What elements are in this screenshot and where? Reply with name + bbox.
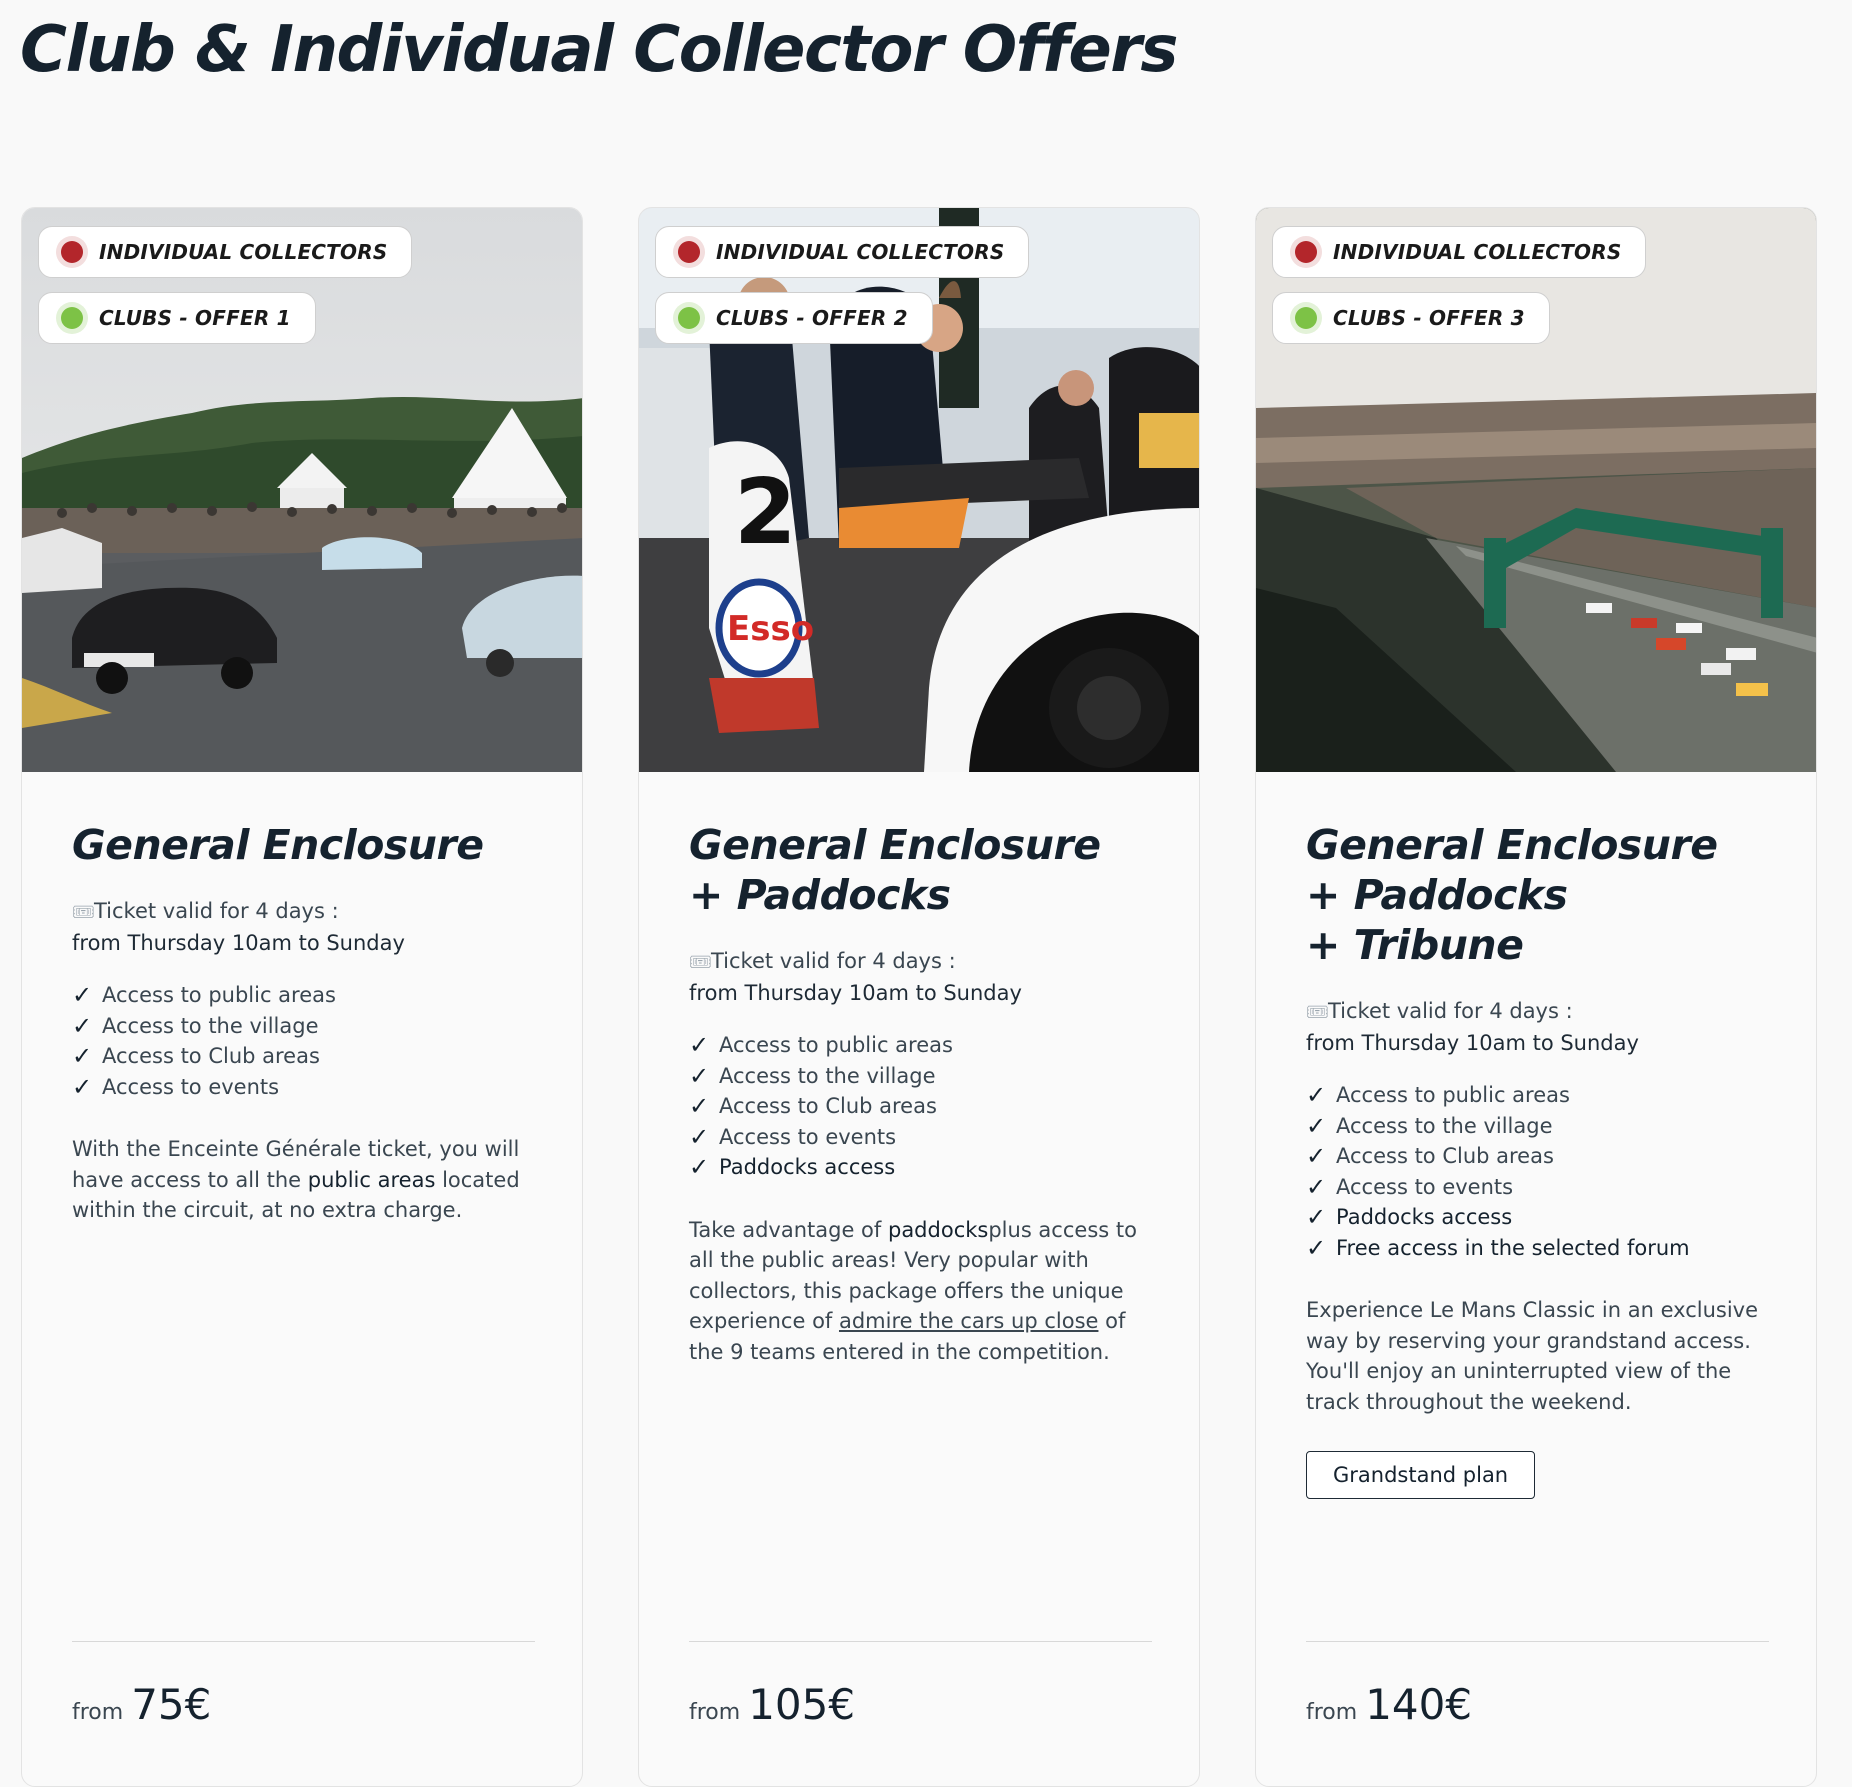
feature-item: ✓ Access to Club areas <box>1306 1142 1554 1170</box>
feature-item: ✓ Access to public areas <box>72 981 336 1009</box>
offer-title-line: General Enclosure <box>689 821 1101 869</box>
green-dot-icon <box>678 307 700 329</box>
ticket-validity-label: Ticket valid for 4 days : <box>711 949 956 973</box>
offer-title-line: + Paddocks <box>1306 871 1568 919</box>
page-title: Club & Individual Collector Offers <box>20 13 1178 87</box>
check-icon: ✓ <box>689 1092 710 1120</box>
badge-club-label: CLUBS - OFFER 1 <box>99 306 291 330</box>
badge-individual-collectors: INDIVIDUAL COLLECTORS <box>1272 226 1647 278</box>
price-divider <box>1306 1641 1769 1642</box>
offer-card-3[interactable]: INDIVIDUAL COLLECTORS CLUBS - OFFER 3 Ge… <box>1255 207 1817 1787</box>
offer-title-line: + Tribune <box>1306 921 1524 969</box>
grandstand-plan-button[interactable]: Grandstand plan <box>1306 1451 1536 1499</box>
ticket-validity-dates: from Thursday 10am to Sunday <box>1306 1031 1639 1055</box>
ticket-icon: 🎟 <box>689 952 712 973</box>
badge-individual-label: INDIVIDUAL COLLECTORS <box>99 240 388 264</box>
check-icon: ✓ <box>72 1072 93 1101</box>
badge-club-offer: CLUBS - OFFER 1 <box>38 292 316 344</box>
check-icon: ✓ <box>72 981 93 1009</box>
feature-item: ✓ Access to events <box>689 1122 897 1151</box>
check-icon: ✓ <box>1306 1142 1327 1170</box>
feature-item: ✓ Access to events <box>1306 1172 1514 1201</box>
ticket-validity: 🎟Ticket valid for 4 days : from Thursday… <box>1306 996 1776 1058</box>
check-icon: ✓ <box>689 1061 710 1090</box>
check-icon: ✓ <box>1306 1203 1327 1231</box>
ticket-icon: 🎟 <box>1306 1002 1329 1023</box>
offer-price: from 75€ <box>72 1680 211 1729</box>
offer-card-2[interactable]: 2 Esso INDIVIDUAL COLLECTORS CLUBS - OFF… <box>638 207 1200 1787</box>
ticket-validity: 🎟Ticket valid for 4 days : from Thursday… <box>689 946 1159 1008</box>
price-prefix: from <box>72 1700 124 1725</box>
check-icon: ✓ <box>689 1031 710 1059</box>
check-icon: ✓ <box>689 1122 710 1151</box>
offer-card-1[interactable]: INDIVIDUAL COLLECTORS CLUBS - OFFER 1 Ge… <box>21 207 583 1787</box>
ticket-validity-label: Ticket valid for 4 days : <box>1328 999 1573 1023</box>
green-dot-icon <box>61 307 83 329</box>
feature-item: ✓ Paddocks access <box>689 1153 896 1181</box>
badge-club-label: CLUBS - OFFER 3 <box>1333 306 1525 330</box>
check-icon: ✓ <box>72 1011 93 1040</box>
feature-item: ✓ Access to the village <box>689 1061 936 1090</box>
price-divider <box>689 1641 1152 1642</box>
offer-title-line: + Paddocks <box>689 871 951 919</box>
feature-list: ✓ Access to public areas ✓ Access to the v… <box>72 980 542 1102</box>
feature-item: ✓ Access to Club areas <box>689 1092 937 1120</box>
admire-cars-link[interactable]: admire the cars up close <box>839 1309 1098 1333</box>
offer-title: General Enclosure + Paddocks + Tribune <box>1306 820 1776 970</box>
check-icon: ✓ <box>72 1042 93 1070</box>
offer-title-line: General Enclosure <box>1306 821 1718 869</box>
svg-text:Esso: Esso <box>727 609 814 649</box>
offer-image-classic-cars-paddock: INDIVIDUAL COLLECTORS CLUBS - OFFER 1 <box>22 208 582 772</box>
offer-image-grandstand-track: INDIVIDUAL COLLECTORS CLUBS - OFFER 3 <box>1256 208 1816 772</box>
green-dot-icon <box>1295 307 1317 329</box>
offer-title: General Enclosure + Paddocks <box>689 820 1159 920</box>
feature-item: ✓ Access to public areas <box>689 1031 953 1059</box>
feature-list: ✓ Access to public areas ✓ Access to the v… <box>1306 1080 1776 1263</box>
feature-item: ✓ Access to the village <box>1306 1111 1553 1140</box>
check-icon: ✓ <box>1306 1081 1327 1109</box>
offer-price: from 140€ <box>1306 1680 1472 1729</box>
feature-item: ✓ Access to events <box>72 1072 280 1101</box>
offer-description: Take advantage of paddocksplus access to… <box>689 1217 1137 1364</box>
badge-individual-collectors: INDIVIDUAL COLLECTORS <box>655 226 1030 278</box>
feature-item: ✓ Paddocks access <box>1306 1203 1513 1231</box>
price-amount: 140€ <box>1365 1680 1473 1729</box>
feature-item: ✓ Access to public areas <box>1306 1081 1570 1109</box>
svg-text:2: 2 <box>734 460 797 565</box>
offer-description: Experience Le Mans Classic in an exclusi… <box>1306 1298 1759 1414</box>
check-icon: ✓ <box>689 1153 710 1181</box>
badge-club-label: CLUBS - OFFER 2 <box>716 306 908 330</box>
check-icon: ✓ <box>1306 1172 1327 1201</box>
red-dot-icon <box>61 241 83 263</box>
feature-item: ✓ Access to Club areas <box>72 1042 320 1070</box>
badge-club-offer: CLUBS - OFFER 3 <box>1272 292 1550 344</box>
offer-description: With the Enceinte Générale ticket, you w… <box>72 1137 520 1222</box>
badge-individual-collectors: INDIVIDUAL COLLECTORS <box>38 226 413 278</box>
red-dot-icon <box>1295 241 1317 263</box>
red-dot-icon <box>678 241 700 263</box>
badge-individual-label: INDIVIDUAL COLLECTORS <box>1333 240 1622 264</box>
ticket-validity-dates: from Thursday 10am to Sunday <box>689 981 1022 1005</box>
price-prefix: from <box>689 1700 741 1725</box>
ticket-icon: 🎟 <box>72 902 95 923</box>
ticket-validity-dates: from Thursday 10am to Sunday <box>72 931 405 955</box>
badge-individual-label: INDIVIDUAL COLLECTORS <box>716 240 1005 264</box>
ticket-validity-label: Ticket valid for 4 days : <box>94 899 339 923</box>
price-amount: 105€ <box>748 1680 856 1729</box>
price-prefix: from <box>1306 1700 1358 1725</box>
badge-club-offer: CLUBS - OFFER 2 <box>655 292 933 344</box>
ticket-validity: 🎟Ticket valid for 4 days : from Thursday… <box>72 896 542 958</box>
feature-list: ✓ Access to public areas ✓ Access to the v… <box>689 1030 1159 1183</box>
price-divider <box>72 1641 535 1642</box>
feature-item: ✓ Access to the village <box>72 1011 319 1040</box>
offer-price: from 105€ <box>689 1680 855 1729</box>
feature-item: ✓ Free access in the selected forum <box>1306 1233 1690 1262</box>
offer-title: General Enclosure <box>72 820 542 870</box>
offer-title-line: General Enclosure <box>72 821 484 869</box>
price-amount: 75€ <box>131 1680 212 1729</box>
offer-image-paddock-team: 2 Esso INDIVIDUAL COLLECTORS CLUBS - OFF… <box>639 208 1199 772</box>
check-icon: ✓ <box>1306 1233 1327 1262</box>
check-icon: ✓ <box>1306 1111 1327 1140</box>
